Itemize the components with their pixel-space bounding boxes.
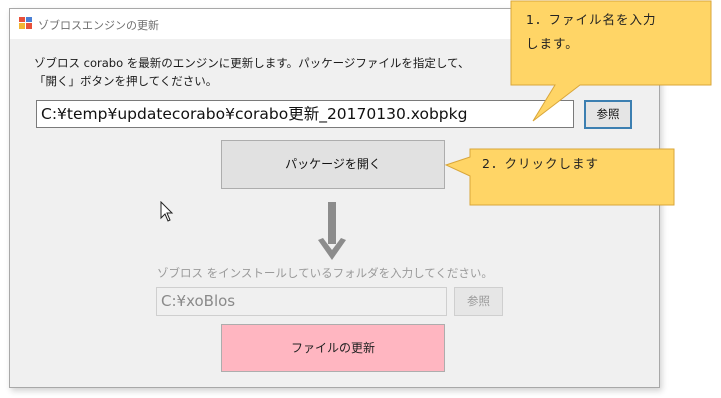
instruction-text: ゾブロス corabo を最新のエンジンに更新します。パッケージファイルを指定し… xyxy=(34,54,469,90)
mouse-cursor-icon xyxy=(160,201,174,222)
callout-2-text: 2．クリックします xyxy=(482,152,599,176)
update-dialog: ゾブロスエンジンの更新 ゾブロス corabo を最新のエンジンに更新します。パ… xyxy=(9,8,660,388)
callout-1-text: 1．ファイル名を入力 します。 xyxy=(526,8,656,56)
open-package-button[interactable]: パッケージを開く xyxy=(221,140,445,189)
arrow-down-icon xyxy=(318,202,346,260)
callout-1-line-1: 1．ファイル名を入力 xyxy=(526,12,657,27)
app-icon xyxy=(19,17,32,29)
browse-button[interactable]: 参照 xyxy=(584,100,632,129)
package-path-input[interactable]: C:¥temp¥updatecorabo¥corabo更新_20170130.x… xyxy=(36,100,574,128)
install-folder-input[interactable]: C:¥xoBlos xyxy=(156,287,447,316)
instruction-line-2: 「開く」ボタンを押してください。 xyxy=(34,74,218,88)
window-title: ゾブロスエンジンの更新 xyxy=(38,19,159,32)
install-folder-label: ゾブロス をインストールしているフォルダを入力してください。 xyxy=(157,266,493,280)
instruction-line-1: ゾブロス corabo を最新のエンジンに更新します。パッケージファイルを指定し… xyxy=(34,56,470,70)
callout-2-line-1: 2．クリックします xyxy=(482,156,599,171)
update-files-button[interactable]: ファイルの更新 xyxy=(221,324,445,372)
folder-browse-button[interactable]: 参照 xyxy=(454,287,503,316)
callout-1-line-2: します。 xyxy=(526,36,579,51)
